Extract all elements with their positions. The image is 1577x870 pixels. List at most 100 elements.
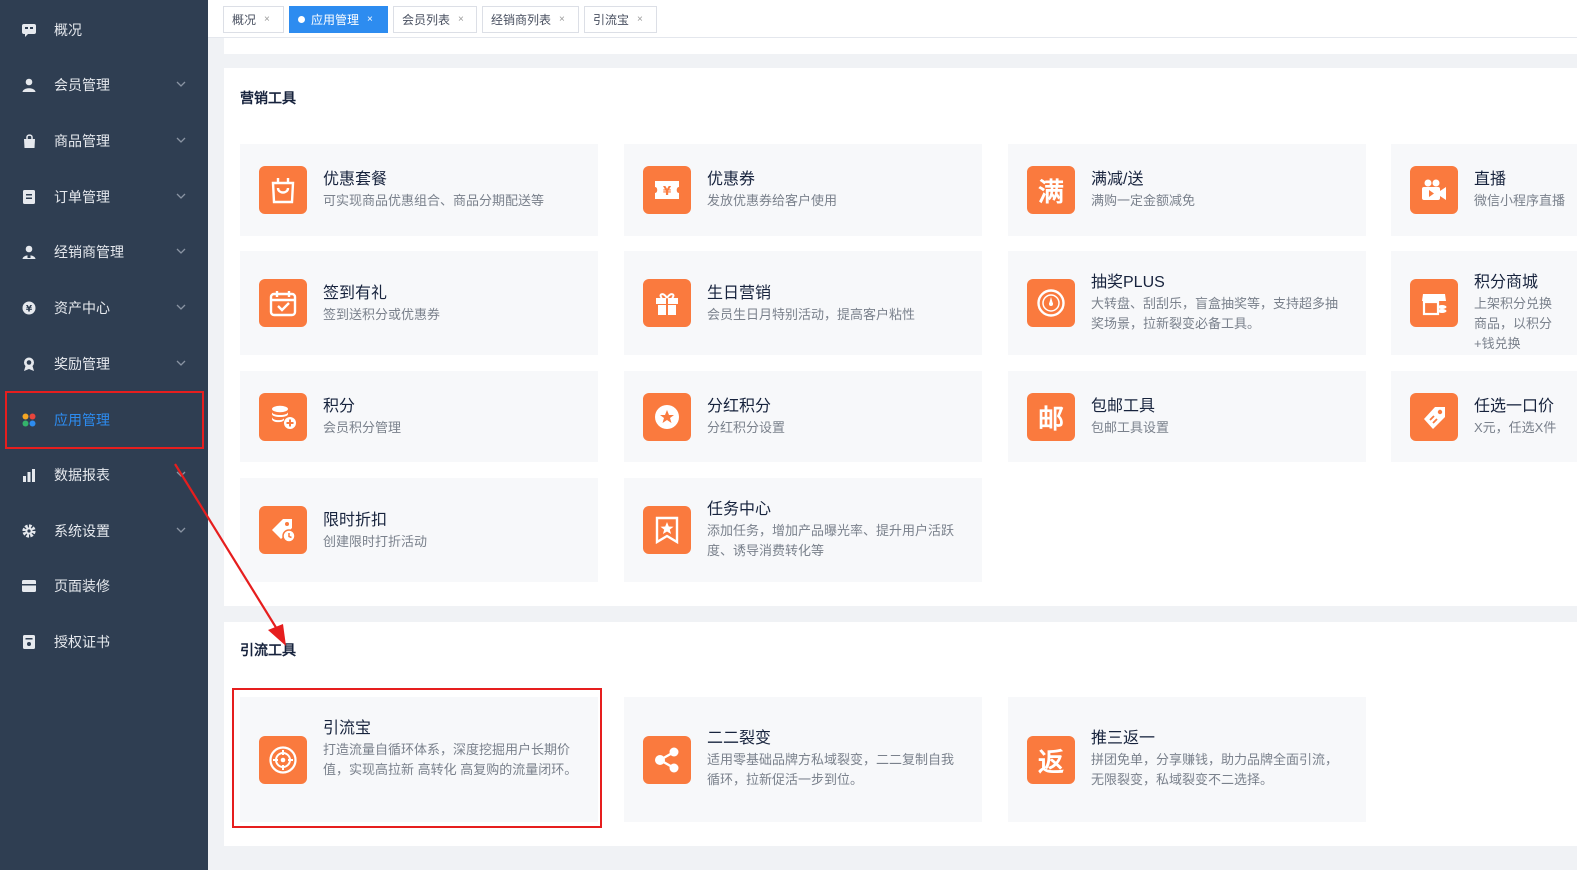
share-icon bbox=[643, 736, 691, 784]
tool-card-live[interactable]: 直播 微信小程序直播 bbox=[1391, 144, 1577, 236]
card-title: 优惠券 bbox=[707, 171, 756, 188]
icon-glyph: 满 bbox=[1037, 177, 1064, 208]
order-icon bbox=[22, 190, 36, 204]
tab-overview[interactable]: 概况 × bbox=[223, 6, 284, 33]
tool-card-rebate[interactable]: 返 推三返一 拼团免单，分享赚钱，助力品牌全面引流，无限裂变，私域裂变不二选择。 bbox=[1008, 697, 1366, 822]
tool-card-checkin[interactable]: 签到有礼 签到送积分或优惠券 bbox=[240, 251, 598, 355]
tool-card-points[interactable]: 积分 会员积分管理 bbox=[240, 371, 598, 462]
package-icon bbox=[259, 166, 307, 214]
tabs-bar: 概况 × 应用管理 × 会员列表 × 经销商列表 × 引流宝 × bbox=[208, 0, 1577, 38]
tool-card-package[interactable]: 优惠套餐 可实现商品优惠组合、商品分期配送等 bbox=[240, 144, 598, 236]
asset-icon: ¥ bbox=[22, 301, 36, 315]
card-title: 分红积分 bbox=[707, 398, 772, 415]
tab-label: 引流宝 bbox=[593, 13, 630, 27]
card-desc: 发放优惠券给客户使用 bbox=[707, 193, 838, 208]
card-desc: 拼团免单，分享赚钱，助力品牌全面引流，无限裂变，私域裂变不二选择。 bbox=[1091, 752, 1339, 787]
sidebar-item-products[interactable]: 商品管理 bbox=[0, 117, 208, 165]
gift-icon bbox=[643, 279, 691, 327]
close-icon[interactable]: × bbox=[559, 14, 565, 25]
card-title: 抽奖PLUS bbox=[1091, 274, 1165, 291]
card-desc: 创建限时打折活动 bbox=[323, 534, 428, 549]
sidebar-item-label: 奖励管理 bbox=[54, 356, 110, 372]
sidebar-item-label: 数据报表 bbox=[54, 467, 110, 483]
sidebar-item-label: 系统设置 bbox=[54, 523, 110, 539]
sidebar-item-label: 经销商管理 bbox=[54, 244, 124, 260]
icon-glyph: 返 bbox=[1037, 747, 1064, 778]
tab-dealer-list[interactable]: 经销商列表 × bbox=[482, 6, 579, 33]
coupon-icon: ¥ bbox=[643, 166, 691, 214]
tab-label: 应用管理 bbox=[311, 13, 360, 27]
sidebar-item-assets[interactable]: ¥ 资产中心 bbox=[0, 284, 208, 332]
tab-apps[interactable]: 应用管理 × bbox=[289, 6, 388, 33]
card-desc: 添加任务，增加产品曝光率、提升用户活跃度、诱导消费转化等 bbox=[707, 523, 955, 558]
card-desc: X元，任选X件 bbox=[1474, 420, 1557, 435]
tool-card-two-two-fission[interactable]: 二二裂变 适用零基础品牌方私域裂变，二二复制自我循环，拉新促活一步到位。 bbox=[624, 697, 982, 822]
sidebar-item-certificate[interactable]: 授权证书 bbox=[0, 618, 208, 666]
sidebar-item-rewards[interactable]: 奖励管理 bbox=[0, 340, 208, 388]
sidebar-item-overview[interactable]: 概况 bbox=[0, 6, 208, 54]
chevron-down-icon bbox=[176, 81, 186, 87]
top-panel-remnant bbox=[224, 38, 1577, 54]
sidebar-item-settings[interactable]: 系统设置 bbox=[0, 507, 208, 555]
chevron-down-icon bbox=[176, 304, 186, 310]
tool-card-coupon[interactable]: ¥ 优惠券 发放优惠券给客户使用 bbox=[624, 144, 982, 236]
tool-card-lottery[interactable]: 抽奖PLUS 大转盘、刮刮乐，盲盒抽奖等，支持超多抽奖场景，拉新裂变必备工具。 bbox=[1008, 251, 1366, 355]
tab-label: 会员列表 bbox=[402, 13, 451, 27]
page-icon bbox=[22, 579, 36, 593]
user-icon bbox=[22, 78, 36, 92]
tool-card-free-shipping[interactable]: 邮 包邮工具 包邮工具设置 bbox=[1008, 371, 1366, 462]
card-title: 包邮工具 bbox=[1091, 398, 1156, 415]
certificate-icon bbox=[22, 635, 36, 649]
sidebar-item-label: 会员管理 bbox=[54, 77, 110, 93]
price-tag-icon bbox=[1410, 393, 1458, 441]
card-title: 优惠套餐 bbox=[323, 171, 388, 188]
tool-card-task-center[interactable]: 任务中心 添加任务，增加产品曝光率、提升用户活跃度、诱导消费转化等 bbox=[624, 478, 982, 582]
sidebar-item-members[interactable]: 会员管理 bbox=[0, 61, 208, 109]
chevron-down-icon bbox=[176, 193, 186, 199]
card-title: 任选一口价 bbox=[1474, 398, 1555, 415]
points-mall-icon bbox=[1410, 279, 1458, 327]
sidebar-item-orders[interactable]: 订单管理 bbox=[0, 173, 208, 221]
card-desc: 会员生日月特别活动，提高客户粘性 bbox=[707, 307, 916, 322]
tool-card-full-reduce[interactable]: 满 满减/送 满购一定金额减免 bbox=[1008, 144, 1366, 236]
card-title: 限时折扣 bbox=[323, 512, 388, 529]
tab-yinliubao[interactable]: 引流宝 × bbox=[584, 6, 657, 33]
discount-clock-icon bbox=[259, 506, 307, 554]
overview-icon bbox=[22, 23, 36, 37]
gear-icon bbox=[22, 524, 36, 538]
close-icon[interactable]: × bbox=[458, 14, 464, 25]
close-icon[interactable]: × bbox=[367, 14, 373, 25]
card-title: 推三返一 bbox=[1091, 730, 1156, 747]
sidebar-item-page-design[interactable]: 页面装修 bbox=[0, 562, 208, 610]
chart-icon bbox=[22, 468, 36, 482]
close-icon[interactable]: × bbox=[637, 14, 643, 25]
card-title: 积分 bbox=[323, 398, 356, 415]
section-title: 引流工具 bbox=[240, 642, 296, 658]
card-desc: 包邮工具设置 bbox=[1091, 420, 1170, 435]
sidebar-item-dealers[interactable]: 经销商管理 bbox=[0, 228, 208, 276]
coins-icon bbox=[259, 393, 307, 441]
tab-member-list[interactable]: 会员列表 × bbox=[393, 6, 477, 33]
tab-label: 概况 bbox=[232, 13, 257, 27]
card-desc: 会员积分管理 bbox=[323, 420, 402, 435]
tool-card-limited-discount[interactable]: 限时折扣 创建限时打折活动 bbox=[240, 478, 598, 582]
card-desc: 适用零基础品牌方私域裂变，二二复制自我循环，拉新促活一步到位。 bbox=[707, 752, 955, 787]
card-desc: 微信小程序直播 bbox=[1474, 193, 1566, 208]
card-title: 任务中心 bbox=[707, 501, 772, 518]
close-icon[interactable]: × bbox=[264, 14, 270, 25]
full-reduce-icon: 满 bbox=[1027, 166, 1075, 214]
sidebar-item-label: 授权证书 bbox=[54, 634, 110, 650]
sidebar-item-reports[interactable]: 数据报表 bbox=[0, 451, 208, 499]
tool-card-dividend-points[interactable]: 分红积分 分红积分设置 bbox=[624, 371, 982, 462]
icon-glyph: 邮 bbox=[1037, 404, 1064, 435]
tool-card-points-mall[interactable]: 积分商城 上架积分兑换商品，以积分+钱兑换 bbox=[1391, 251, 1577, 355]
card-title: 生日营销 bbox=[707, 285, 772, 302]
svg-text:¥: ¥ bbox=[663, 184, 672, 198]
sidebar-item-label: 订单管理 bbox=[54, 189, 110, 205]
tool-card-fixed-price[interactable]: 任选一口价 X元，任选X件 bbox=[1391, 371, 1577, 462]
rebate-icon: 返 bbox=[1027, 736, 1075, 784]
tool-card-birthday[interactable]: 生日营销 会员生日月特别活动，提高客户粘性 bbox=[624, 251, 982, 355]
bag-icon bbox=[22, 134, 36, 148]
highlight-box-apps bbox=[5, 391, 204, 449]
card-desc: 满购一定金额减免 bbox=[1091, 193, 1196, 208]
